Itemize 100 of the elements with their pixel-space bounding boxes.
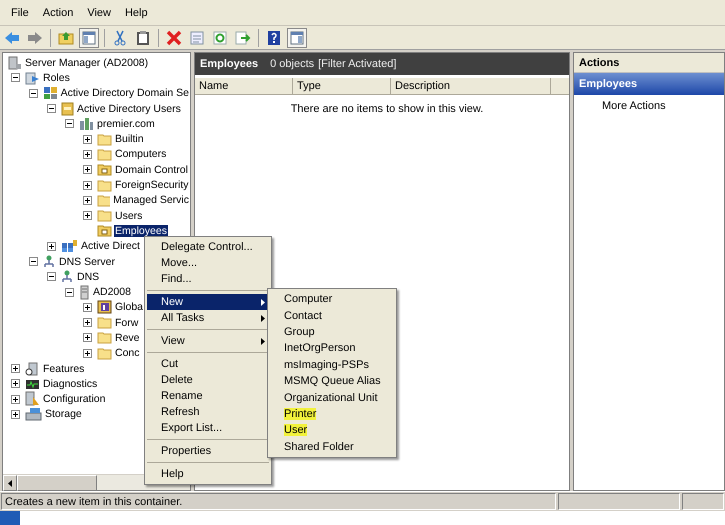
menu-option[interactable]: Delete <box>147 372 269 388</box>
console-tree-icon <box>82 30 96 44</box>
expand-toggle[interactable] <box>11 410 20 419</box>
menu-option[interactable]: All Tasks <box>147 310 269 326</box>
tree-item[interactable]: Managed Servic <box>112 194 190 206</box>
menu-option[interactable]: Cut <box>147 356 269 372</box>
menu-item[interactable]: View <box>80 4 118 20</box>
domain-icon <box>79 116 94 131</box>
submenu-arrow-icon <box>261 298 265 306</box>
toolbar-button[interactable] <box>287 28 307 48</box>
folder-icon <box>97 331 112 344</box>
menu-item[interactable]: Action <box>36 4 80 20</box>
tree-item[interactable]: Diagnostics <box>42 378 98 390</box>
storage-icon <box>25 407 42 422</box>
sites-icon <box>61 239 78 254</box>
tree-item[interactable]: AD2008 <box>92 286 132 298</box>
actions-section-header[interactable]: Employees <box>574 73 724 95</box>
collapse-toggle[interactable] <box>11 73 20 82</box>
column-header[interactable]: Type <box>293 78 391 94</box>
tree-item[interactable]: Active Directory Users <box>76 102 182 115</box>
collapse-toggle[interactable] <box>29 257 38 266</box>
menu-option[interactable]: Refresh <box>147 404 269 420</box>
menu-option[interactable]: Organizational Unit <box>270 389 394 406</box>
tree-item[interactable]: Employees <box>114 224 168 237</box>
expand-toggle[interactable] <box>83 150 92 159</box>
column-header[interactable]: Description <box>391 78 551 94</box>
menu-option[interactable]: View <box>147 333 269 349</box>
tree-item[interactable]: Users <box>114 210 144 222</box>
menu-option[interactable]: Delegate Control... <box>147 239 269 255</box>
expand-toggle[interactable] <box>83 318 92 328</box>
tree-item[interactable]: Configuration <box>42 393 106 406</box>
tree-item[interactable]: ForeignSecurity <box>114 179 190 192</box>
menu-option[interactable]: Help <box>147 466 269 482</box>
expand-toggle[interactable] <box>83 348 92 358</box>
tree-item[interactable]: Computers <box>114 148 168 160</box>
tree-item[interactable]: Storage <box>44 408 83 420</box>
status-text: Creates a new item in this container. <box>1 493 556 510</box>
actions-title: Actions <box>574 53 724 73</box>
menu-option[interactable]: Properties <box>147 443 269 459</box>
menu-option[interactable]: msImaging-PSPs <box>270 356 394 373</box>
expand-toggle[interactable] <box>83 211 92 220</box>
menu-option[interactable]: Group <box>270 324 394 340</box>
tree-item[interactable]: DNS Server <box>58 256 116 268</box>
expand-toggle[interactable] <box>47 242 56 251</box>
column-header[interactable]: Name <box>195 78 293 94</box>
tree-item[interactable]: Forw <box>114 316 140 329</box>
tree-item[interactable]: premier.com <box>96 118 156 130</box>
collapse-toggle[interactable] <box>47 104 56 114</box>
menu-option[interactable]: Computer <box>270 291 394 308</box>
scroll-left-button[interactable] <box>3 475 17 491</box>
folder-icon <box>97 148 112 161</box>
collapse-toggle[interactable] <box>65 288 74 297</box>
menu-option[interactable]: Export List... <box>147 420 269 436</box>
folder-icon <box>97 346 112 360</box>
tree-item[interactable]: Features <box>42 362 86 375</box>
server-tower-icon <box>79 284 90 300</box>
menu-option[interactable]: User <box>270 422 394 439</box>
expand-toggle[interactable] <box>11 394 20 404</box>
menu-option[interactable]: MSMQ Queue Alias <box>270 372 394 390</box>
expand-toggle[interactable] <box>83 333 92 342</box>
help-icon <box>267 30 281 46</box>
menu-option[interactable]: InetOrgPerson <box>270 340 394 357</box>
tree-item[interactable]: Domain Control <box>114 164 189 176</box>
tree-item[interactable]: Reve <box>114 332 141 344</box>
toolbar-button[interactable] <box>79 28 99 48</box>
tree-item[interactable]: Globa <box>114 301 144 314</box>
properties-icon <box>190 30 204 44</box>
features-icon <box>25 362 40 376</box>
status-panel <box>682 493 724 510</box>
scrollbar-thumb[interactable] <box>17 475 97 491</box>
menu-option[interactable]: Find... <box>147 271 269 287</box>
action-link[interactable]: More Actions <box>574 95 724 112</box>
expand-toggle[interactable] <box>11 364 20 374</box>
log-book-icon <box>97 300 112 314</box>
expand-toggle[interactable] <box>83 196 92 205</box>
expand-toggle[interactable] <box>83 134 92 144</box>
tree-item[interactable]: Roles <box>42 72 71 84</box>
folder-icon <box>97 194 110 207</box>
menu-item[interactable]: Help <box>118 4 155 20</box>
network-icon <box>61 270 74 284</box>
menu-option[interactable]: Move... <box>147 255 269 271</box>
collapse-toggle[interactable] <box>65 119 74 128</box>
menu-option[interactable]: New <box>147 294 269 310</box>
tree-item[interactable]: Active Directory Domain Se <box>60 87 190 100</box>
tree-item[interactable]: Server Manager (AD2008) <box>24 56 150 69</box>
tree-item[interactable]: DNS <box>76 270 100 283</box>
menu-option[interactable]: Rename <box>147 388 269 404</box>
tree-item[interactable]: Builtin <box>114 133 145 146</box>
expand-toggle[interactable] <box>83 302 92 312</box>
collapse-toggle[interactable] <box>47 272 56 282</box>
menu-option[interactable]: Shared Folder <box>270 438 394 455</box>
expand-toggle[interactable] <box>83 165 92 174</box>
tree-item[interactable]: Active Direct <box>80 240 141 252</box>
folder-icon <box>97 316 112 330</box>
tree-item[interactable]: Conc <box>114 347 141 360</box>
expand-toggle[interactable] <box>11 379 20 388</box>
expand-toggle[interactable] <box>83 180 92 190</box>
menu-item[interactable]: File <box>4 4 36 20</box>
collapse-toggle[interactable] <box>29 88 38 98</box>
menu-option[interactable]: Contact <box>270 307 394 324</box>
